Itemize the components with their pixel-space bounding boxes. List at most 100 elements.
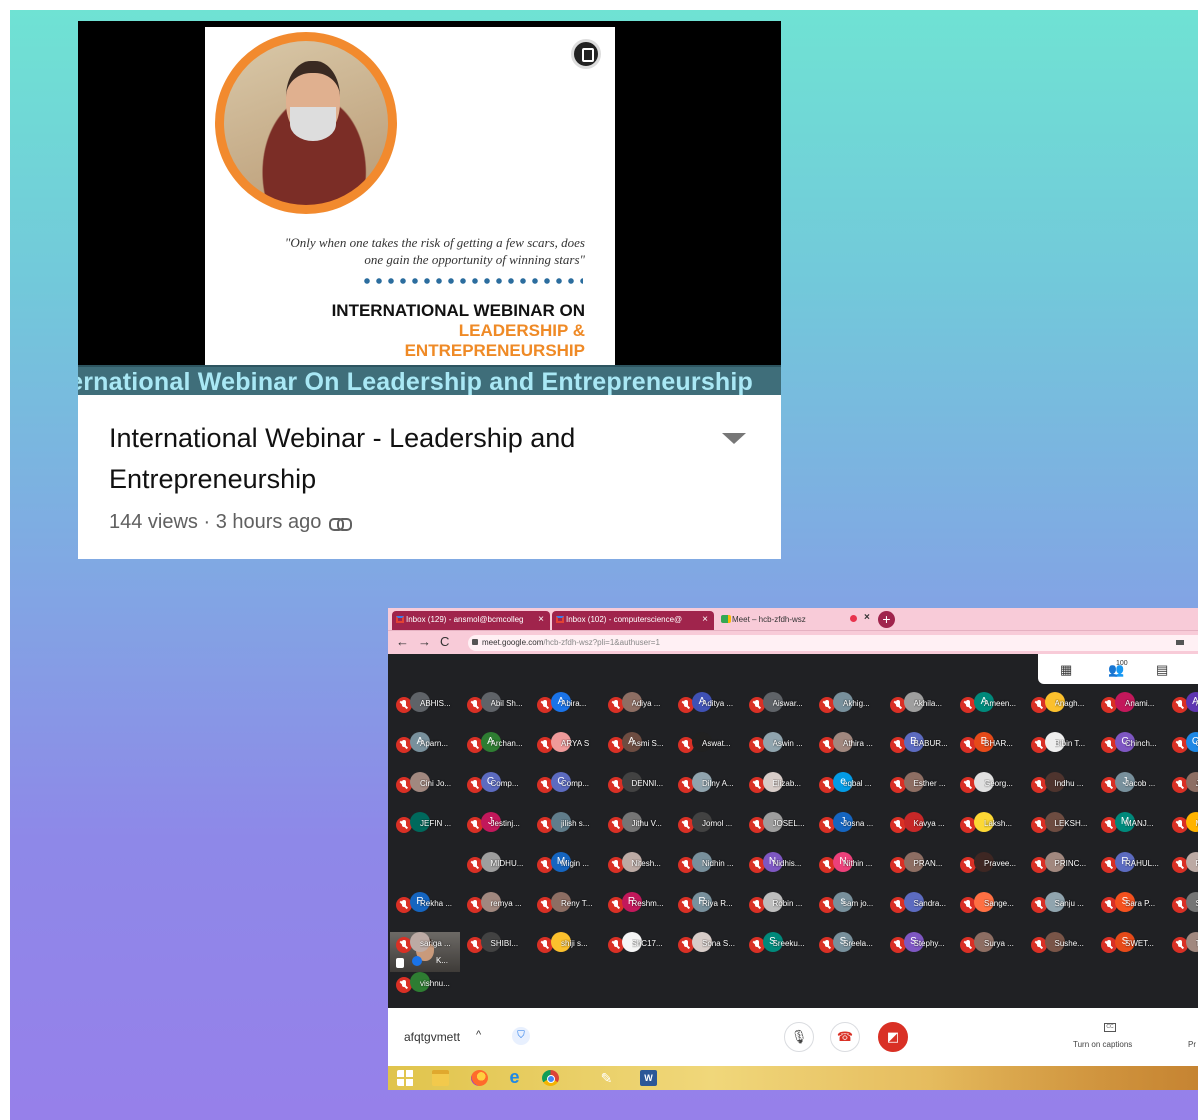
participant-tile[interactable]: PRINC...	[1025, 852, 1095, 874]
tab-inbox-1[interactable]: Inbox (129) - ansmol@bcmcolleg ×	[392, 611, 550, 630]
participant-tile[interactable]: Anami...	[1095, 692, 1165, 714]
participant-tile[interactable]: SHIBI...	[461, 932, 531, 954]
participant-tile[interactable]: Dilny A...	[672, 772, 742, 794]
participant-tile[interactable]: JEFIN ...	[390, 812, 460, 834]
participant-tile[interactable]: ShC17...	[602, 932, 672, 954]
participant-tile[interactable]: Sona S...	[672, 932, 742, 954]
paint-icon[interactable]: ✎	[598, 1070, 615, 1086]
participant-tile[interactable]: S Sreeku...	[743, 932, 813, 954]
participant-tile[interactable]: Aiswar...	[743, 692, 813, 714]
participant-tile[interactable]: Georg...	[954, 772, 1024, 794]
participant-tile[interactable]: Athira ...	[813, 732, 883, 754]
participant-tile[interactable]: Nidhin ...	[672, 852, 742, 874]
participant-tile[interactable]: e eqbal ...	[813, 772, 883, 794]
captions-icon[interactable]: CC	[1104, 1023, 1116, 1032]
participant-tile[interactable]: Jomol ...	[672, 812, 742, 834]
participant-tile[interactable]: SARA...	[1166, 892, 1198, 914]
participant-tile[interactable]: S SWET...	[1095, 932, 1165, 954]
participant-tile[interactable]: Abil Sh...	[461, 692, 531, 714]
participant-tile[interactable]: N Nidhis...	[743, 852, 813, 874]
extension-icon[interactable]	[1176, 640, 1184, 645]
participant-tile[interactable]: Sange...	[954, 892, 1024, 914]
participant-tile[interactable]: shiji s...	[531, 932, 601, 954]
participant-tile[interactable]: CChrist...	[1166, 732, 1198, 754]
participant-tile[interactable]: Nitesh...	[602, 852, 672, 874]
url-field[interactable]: meet.google.com/hcb-zfdh-wsz?pli=1&authu…	[468, 635, 1198, 651]
participant-tile[interactable]: Thara ...	[1166, 932, 1198, 954]
participant-tile[interactable]: J Jestinj...	[461, 812, 531, 834]
participant-tile[interactable]: PRAN...	[884, 852, 954, 874]
participant-tile[interactable]: vishnu...	[390, 972, 460, 994]
participant-tile[interactable]: Reny T...	[531, 892, 601, 914]
participant-tile[interactable]: Surya ...	[954, 932, 1024, 954]
participant-tile[interactable]: C Chinch...	[1095, 732, 1165, 754]
participant-tile[interactable]: A Aditya ...	[672, 692, 742, 714]
participant-tile[interactable]: LEKSH...	[1025, 812, 1095, 834]
participant-tile[interactable]: Pravee...	[954, 852, 1024, 874]
tab-meet[interactable]: Meet – hcb-zfdh-wsz	[718, 611, 846, 630]
participant-tile[interactable]: B BHAR...	[954, 732, 1024, 754]
participant-tile[interactable]: A Abira...	[531, 692, 601, 714]
participant-tile[interactable]: N Nithin ...	[813, 852, 883, 874]
participant-tile[interactable]: J Jacob ...	[1095, 772, 1165, 794]
video-player[interactable]: "Only when one takes the risk of getting…	[78, 21, 781, 395]
participant-tile[interactable]: R Reshm...	[602, 892, 672, 914]
reload-icon[interactable]: C	[440, 634, 449, 649]
present-label[interactable]: Pr	[1188, 1040, 1196, 1049]
new-tab-button[interactable]: +	[878, 611, 895, 628]
participant-tile[interactable]: Kavya ...	[884, 812, 954, 834]
windows-start-icon[interactable]	[397, 1070, 414, 1086]
internet-explorer-icon[interactable]: e	[506, 1068, 523, 1086]
participant-tile[interactable]: Indhu ...	[1025, 772, 1095, 794]
participant-tile[interactable]: A Ameen...	[954, 692, 1024, 714]
close-tab-icon[interactable]: ×	[702, 614, 708, 625]
participant-tile[interactable]: Jithu V...	[602, 812, 672, 834]
participant-tile[interactable]: Cini Jo...	[390, 772, 460, 794]
participant-tile[interactable]: ARYA S	[531, 732, 601, 754]
participant-tile[interactable]: ABHIS...	[390, 692, 460, 714]
participant-tile[interactable]: JEEVA...	[1166, 772, 1198, 794]
participant-tile[interactable]: sariga ...	[390, 932, 460, 954]
participant-tile[interactable]: s sam jo...	[813, 892, 883, 914]
participant-tile[interactable]: Laksh...	[954, 812, 1024, 834]
participant-tile[interactable]: DENNI...	[602, 772, 672, 794]
chevron-up-icon[interactable]: ^	[476, 1029, 481, 1041]
link-icon[interactable]	[329, 517, 353, 531]
file-explorer-icon[interactable]	[432, 1070, 449, 1086]
participant-tile[interactable]: Akhig...	[813, 692, 883, 714]
word-icon[interactable]: W	[640, 1070, 657, 1086]
participant-tile[interactable]: Elizab...	[743, 772, 813, 794]
participant-tile[interactable]: jilish s...	[531, 812, 601, 834]
layout-grid-icon[interactable]: ▦	[1060, 662, 1072, 678]
close-tab-icon[interactable]: ×	[864, 612, 870, 623]
participant-tile[interactable]: Sandra...	[884, 892, 954, 914]
participant-tile[interactable]: S Stephy...	[884, 932, 954, 954]
participant-tile[interactable]: C Comp...	[461, 772, 531, 794]
participant-tile[interactable]: Mariya ...	[1166, 812, 1198, 834]
participant-tile[interactable]: Aswat...	[672, 732, 742, 754]
participant-tile[interactable]: M MANJ...	[1095, 812, 1165, 834]
participant-tile[interactable]: AAnitta ...	[1166, 692, 1198, 714]
video-card[interactable]: "Only when one takes the risk of getting…	[78, 21, 781, 559]
participant-tile[interactable]: JOSEL...	[743, 812, 813, 834]
participant-tile[interactable]: R RAHUL...	[1095, 852, 1165, 874]
meeting-code[interactable]: afqtgvmett	[404, 1030, 460, 1044]
participant-tile[interactable]: Bibin T...	[1025, 732, 1095, 754]
forward-arrow-icon[interactable]: →	[418, 634, 431, 649]
close-tab-icon[interactable]: ×	[538, 614, 544, 625]
participant-tile[interactable]: Aswin ...	[743, 732, 813, 754]
microphone-button[interactable]: 🎙	[784, 1022, 814, 1052]
participant-tile[interactable]: Sanju ...	[1025, 892, 1095, 914]
participant-tile[interactable]: B BABUR...	[884, 732, 954, 754]
participant-tile[interactable]: remya ...	[461, 892, 531, 914]
participant-tile[interactable]: Adiya ...	[602, 692, 672, 714]
shield-icon[interactable]: ⛉	[512, 1027, 530, 1045]
participant-tile[interactable]: S Sreela...	[813, 932, 883, 954]
participant-tile[interactable]: Sushe...	[1025, 932, 1095, 954]
participant-tile[interactable]: J Josna ...	[813, 812, 883, 834]
participant-tile[interactable]: Rajesh...	[1166, 852, 1198, 874]
end-call-button[interactable]: ☎	[830, 1022, 860, 1052]
participant-tile[interactable]: Robin ...	[743, 892, 813, 914]
chat-icon[interactable]: ▤	[1156, 662, 1168, 678]
captions-label[interactable]: Turn on captions	[1073, 1040, 1132, 1049]
